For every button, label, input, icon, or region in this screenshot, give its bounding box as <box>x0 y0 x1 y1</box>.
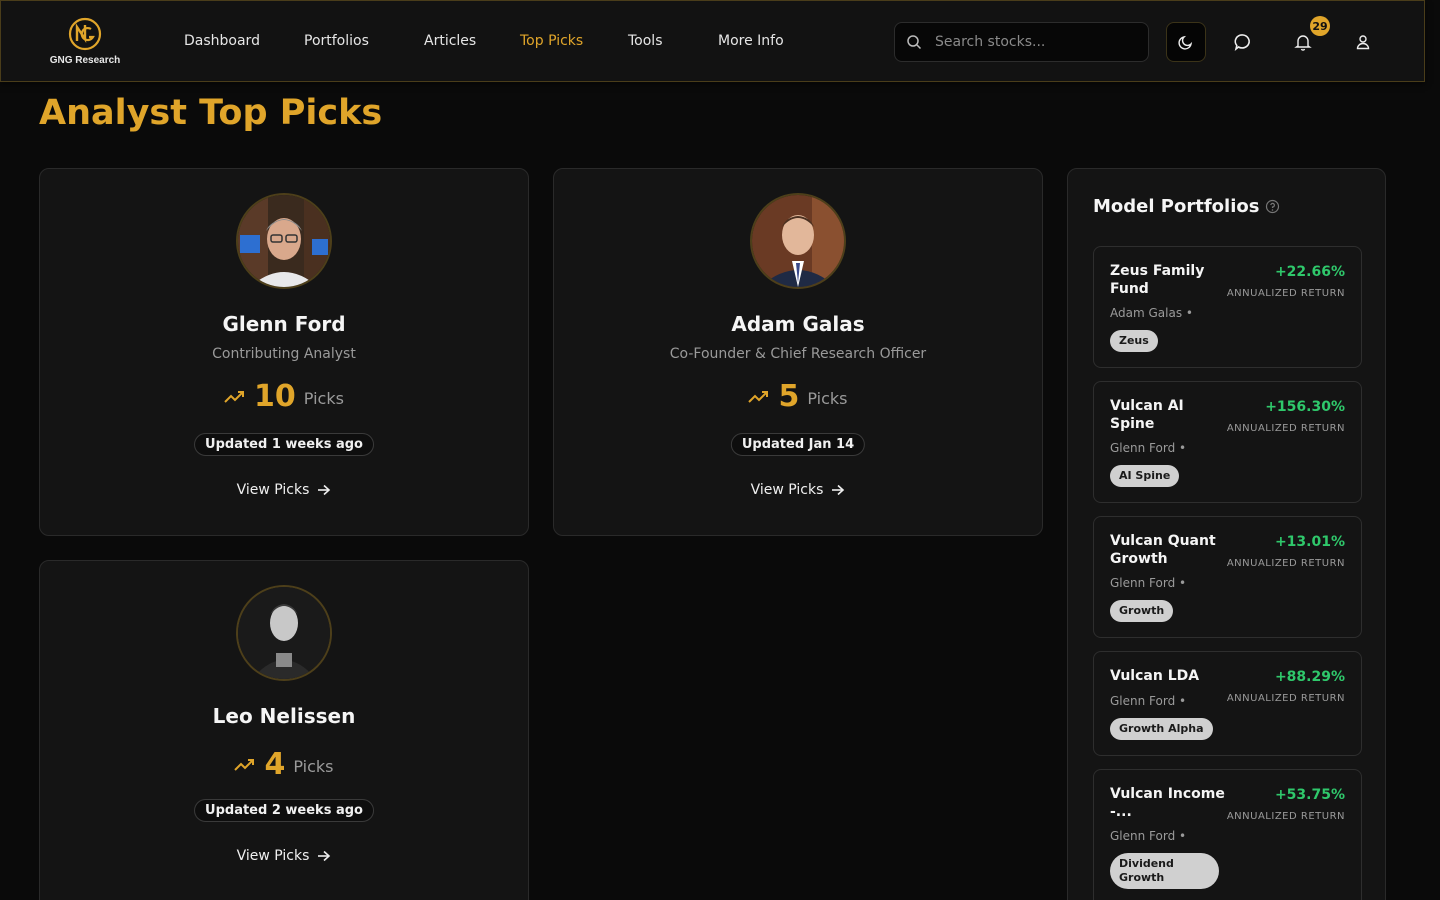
portfolio-tag: AI Spine <box>1110 465 1180 487</box>
analyst-name: Leo Nelissen <box>212 704 356 728</box>
analyst-avatar <box>750 193 846 289</box>
analyst-photo-icon <box>238 195 330 287</box>
picks-label: Picks <box>807 389 848 408</box>
portfolio-author: Glenn Ford • <box>1110 829 1187 843</box>
portfolio-name: Vulcan LDA <box>1110 668 1200 684</box>
theme-toggle-button[interactable] <box>1166 22 1206 62</box>
portfolio-name: Vulcan Quant Growth <box>1110 533 1216 567</box>
page-title: Analyst Top Picks <box>39 93 383 133</box>
analyst-avatar <box>236 585 332 681</box>
portfolio-author: Glenn Ford • <box>1110 694 1187 708</box>
portfolio-tag: Dividend Growth <box>1110 853 1219 889</box>
portfolio-tag: Growth Alpha <box>1110 718 1213 740</box>
analyst-name: Adam Galas <box>731 312 865 336</box>
view-picks-label: View Picks <box>236 482 310 498</box>
return-label: ANNUALIZED RETURN <box>1226 423 1345 434</box>
gng-logo-icon <box>68 17 102 51</box>
brand-name: GNG Research <box>49 55 121 66</box>
messages-button[interactable] <box>1223 22 1263 62</box>
user-icon <box>1356 35 1370 50</box>
chat-bubble-icon <box>1234 34 1250 52</box>
trending-up-icon <box>748 390 769 403</box>
brand-logo[interactable]: GNG Research <box>49 15 121 71</box>
notification-count-badge: 29 <box>1310 16 1330 36</box>
analyst-photo-icon <box>238 587 330 679</box>
analyst-card-glenn-ford: Glenn Ford Contributing Analyst 10 Picks… <box>39 168 529 536</box>
help-circle-icon[interactable] <box>1265 199 1280 214</box>
view-picks-link[interactable]: View Picks <box>40 848 528 864</box>
portfolio-return: +13.01% <box>1274 534 1345 550</box>
picks-label: Picks <box>293 757 334 776</box>
portfolio-card-zeus[interactable]: Zeus Family Fund +22.66% ANNUALIZED RETU… <box>1093 246 1362 368</box>
top-navbar: GNG Research Dashboard Portfolios Articl… <box>0 0 1425 82</box>
picks-summary: 5 Picks <box>554 379 1042 414</box>
view-picks-label: View Picks <box>750 482 824 498</box>
model-portfolios-panel: Model Portfolios Zeus Family Fund +22.66… <box>1067 168 1386 900</box>
nav-top-picks[interactable]: Top Picks <box>520 33 583 49</box>
picks-count: 10 <box>254 379 296 414</box>
bell-icon <box>1294 35 1312 51</box>
picks-count: 5 <box>778 379 800 414</box>
analyst-card-leo-nelissen: Leo Nelissen 4 Picks Updated 2 weeks ago… <box>39 560 529 900</box>
return-label: ANNUALIZED RETURN <box>1226 288 1345 299</box>
nav-portfolios[interactable]: Portfolios <box>304 33 369 49</box>
picks-count: 4 <box>264 747 286 782</box>
return-label: ANNUALIZED RETURN <box>1226 558 1345 569</box>
portfolio-return: +22.66% <box>1274 264 1345 280</box>
search-box[interactable] <box>894 22 1149 62</box>
picks-label: Picks <box>303 389 344 408</box>
search-icon <box>907 35 922 50</box>
analyst-role: Contributing Analyst <box>212 346 356 362</box>
view-picks-link[interactable]: View Picks <box>40 482 528 498</box>
arrow-right-icon <box>318 484 331 496</box>
nav-articles[interactable]: Articles <box>424 33 476 49</box>
search-input[interactable] <box>935 23 1135 61</box>
moon-icon <box>1178 35 1193 50</box>
portfolio-return: +156.30% <box>1265 399 1345 415</box>
view-picks-label: View Picks <box>236 848 310 864</box>
trending-up-icon <box>234 758 255 771</box>
model-portfolios-title: Model Portfolios <box>1093 196 1260 217</box>
nav-tools[interactable]: Tools <box>628 33 663 49</box>
picks-summary: 10 Picks <box>40 379 528 414</box>
nav-more-info[interactable]: More Info <box>718 33 784 49</box>
portfolio-author: Glenn Ford • <box>1110 441 1187 455</box>
arrow-right-icon <box>318 850 331 862</box>
portfolio-return: +88.29% <box>1274 669 1345 685</box>
portfolio-author: Adam Galas • <box>1110 306 1193 320</box>
portfolio-author: Glenn Ford • <box>1110 576 1187 590</box>
user-menu-button[interactable] <box>1343 22 1383 62</box>
portfolio-tag: Zeus <box>1110 330 1158 352</box>
portfolio-name: Zeus Family Fund <box>1110 263 1205 297</box>
trending-up-icon <box>224 390 245 403</box>
analyst-role: Co-Founder & Chief Research Officer <box>669 346 927 362</box>
analyst-avatar <box>236 193 332 289</box>
updated-badge: Updated Jan 14 <box>730 433 866 456</box>
view-picks-link[interactable]: View Picks <box>554 482 1042 498</box>
analyst-card-adam-galas: Adam Galas Co-Founder & Chief Research O… <box>553 168 1043 536</box>
portfolio-card-lda[interactable]: Vulcan LDA +88.29% ANNUALIZED RETURN Gle… <box>1093 651 1362 756</box>
model-portfolios-heading: Model Portfolios <box>1093 196 1280 217</box>
return-label: ANNUALIZED RETURN <box>1226 811 1345 822</box>
portfolio-name: Vulcan Income -... <box>1110 786 1225 820</box>
arrow-right-icon <box>832 484 845 496</box>
analyst-name: Glenn Ford <box>222 312 346 336</box>
updated-badge: Updated 1 weeks ago <box>194 433 374 456</box>
analyst-photo-icon <box>752 195 844 287</box>
portfolio-tag: Growth <box>1110 600 1174 622</box>
nav-dashboard[interactable]: Dashboard <box>184 33 260 49</box>
portfolio-card-income[interactable]: Vulcan Income -... +53.75% ANNUALIZED RE… <box>1093 769 1362 900</box>
portfolio-name: Vulcan AI Spine <box>1110 398 1184 432</box>
portfolio-card-ai-spine[interactable]: Vulcan AI Spine +156.30% ANNUALIZED RETU… <box>1093 381 1362 503</box>
return-label: ANNUALIZED RETURN <box>1226 693 1345 704</box>
updated-badge: Updated 2 weeks ago <box>194 799 374 822</box>
picks-summary: 4 Picks <box>40 747 528 782</box>
portfolio-card-quant-growth[interactable]: Vulcan Quant Growth +13.01% ANNUALIZED R… <box>1093 516 1362 638</box>
portfolio-return: +53.75% <box>1274 787 1345 803</box>
